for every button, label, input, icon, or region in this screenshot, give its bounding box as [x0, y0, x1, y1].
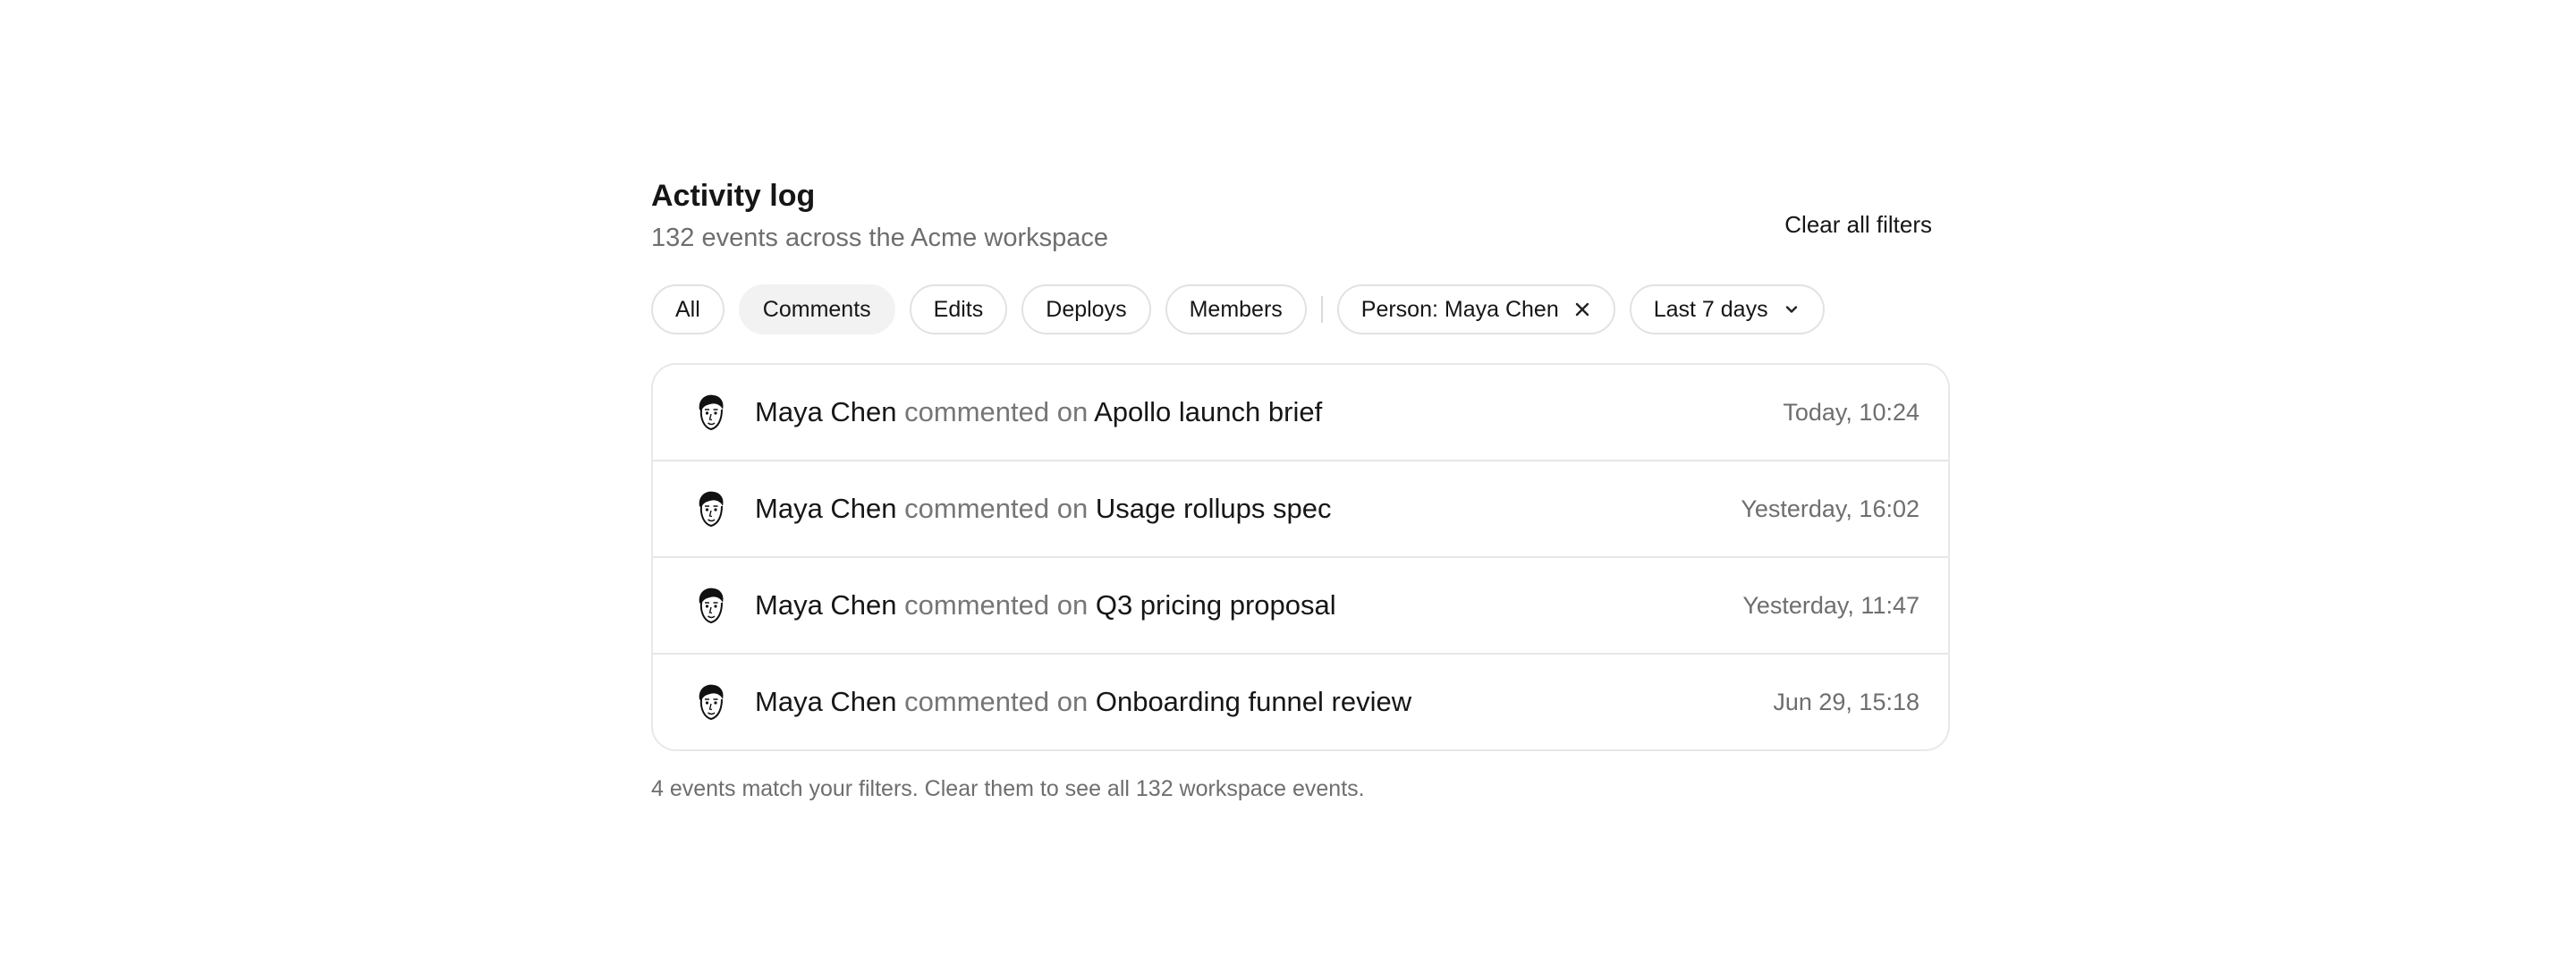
avatar-face-icon: [689, 390, 733, 435]
activity-timestamp: Yesterday, 11:47: [1742, 591, 1919, 619]
activity-timestamp: Jun 29, 15:18: [1773, 688, 1919, 715]
filter-chip-label: Deploys: [1046, 296, 1127, 322]
date-range-label: Last 7 days: [1653, 296, 1768, 322]
activity-text: Maya Chen commented on Usage rollups spe…: [755, 491, 1331, 527]
close-icon[interactable]: [1573, 300, 1591, 318]
activity-actor[interactable]: Maya Chen: [755, 493, 897, 524]
person-filter-label: Person: Maya Chen: [1360, 296, 1559, 322]
filter-chip-all[interactable]: All: [651, 284, 724, 334]
filter-chip-edits[interactable]: Edits: [909, 284, 1008, 334]
filter-chip-label: Members: [1189, 296, 1283, 322]
activity-target[interactable]: Usage rollups spec: [1096, 493, 1332, 524]
activity-text: Maya Chen commented on Onboarding funnel…: [755, 684, 1411, 720]
chevron-down-icon: [1783, 300, 1801, 318]
activity-log-header: Activity log 132 events across the Acme …: [651, 175, 1950, 261]
activity-timestamp: Today, 10:24: [1783, 398, 1919, 426]
filter-chip-label: All: [675, 296, 700, 322]
filter-chip-deploys[interactable]: Deploys: [1021, 284, 1151, 334]
avatar-face-icon: [689, 583, 733, 628]
activity-verb: commented on: [904, 589, 1089, 621]
activity-verb: commented on: [904, 686, 1089, 717]
activity-target[interactable]: Apollo launch brief: [1094, 396, 1322, 427]
filter-chip-members[interactable]: Members: [1165, 284, 1307, 334]
page-title: Activity log: [651, 179, 816, 213]
activity-target[interactable]: Q3 pricing proposal: [1096, 589, 1336, 621]
page-subtitle: 132 events across the Acme workspace: [651, 224, 1108, 252]
filter-chip-comments[interactable]: Comments: [738, 284, 895, 334]
activity-text: Maya Chen commented on Apollo launch bri…: [755, 394, 1322, 430]
activity-verb: commented on: [904, 396, 1089, 427]
activity-row[interactable]: Maya Chen commented on Usage rollups spe…: [653, 460, 1948, 556]
activity-timestamp: Yesterday, 16:02: [1741, 495, 1919, 522]
activity-text: Maya Chen commented on Q3 pricing propos…: [755, 588, 1336, 623]
activity-row[interactable]: Maya Chen commented on Q3 pricing propos…: [653, 556, 1948, 653]
avatar-face-icon: [689, 680, 733, 724]
activity-list: Maya Chen commented on Apollo launch bri…: [651, 363, 1950, 751]
person-filter-chip[interactable]: Person: Maya Chen: [1336, 284, 1615, 334]
avatar-face-icon: [689, 486, 733, 531]
activity-log-panel: Activity log 132 events across the Acme …: [651, 175, 1950, 805]
activity-row[interactable]: Maya Chen commented on Apollo launch bri…: [653, 365, 1948, 460]
date-range-dropdown[interactable]: Last 7 days: [1629, 284, 1825, 334]
activity-actor[interactable]: Maya Chen: [755, 396, 897, 427]
activity-row[interactable]: Maya Chen commented on Onboarding funnel…: [653, 653, 1948, 749]
activity-actor[interactable]: Maya Chen: [755, 589, 897, 621]
filter-chip-label: Edits: [933, 296, 984, 322]
filter-chip-label: Comments: [762, 296, 871, 322]
filter-bar: All Comments Edits Deploys Members Perso…: [651, 284, 1950, 334]
activity-target[interactable]: Onboarding funnel review: [1096, 686, 1411, 717]
clear-all-filters-button[interactable]: Clear all filters: [1784, 209, 1932, 240]
results-footer: 4 events match your filters. Clear them …: [651, 776, 1365, 801]
activity-verb: commented on: [904, 493, 1089, 524]
activity-actor[interactable]: Maya Chen: [755, 686, 897, 717]
filter-divider: [1320, 296, 1323, 323]
